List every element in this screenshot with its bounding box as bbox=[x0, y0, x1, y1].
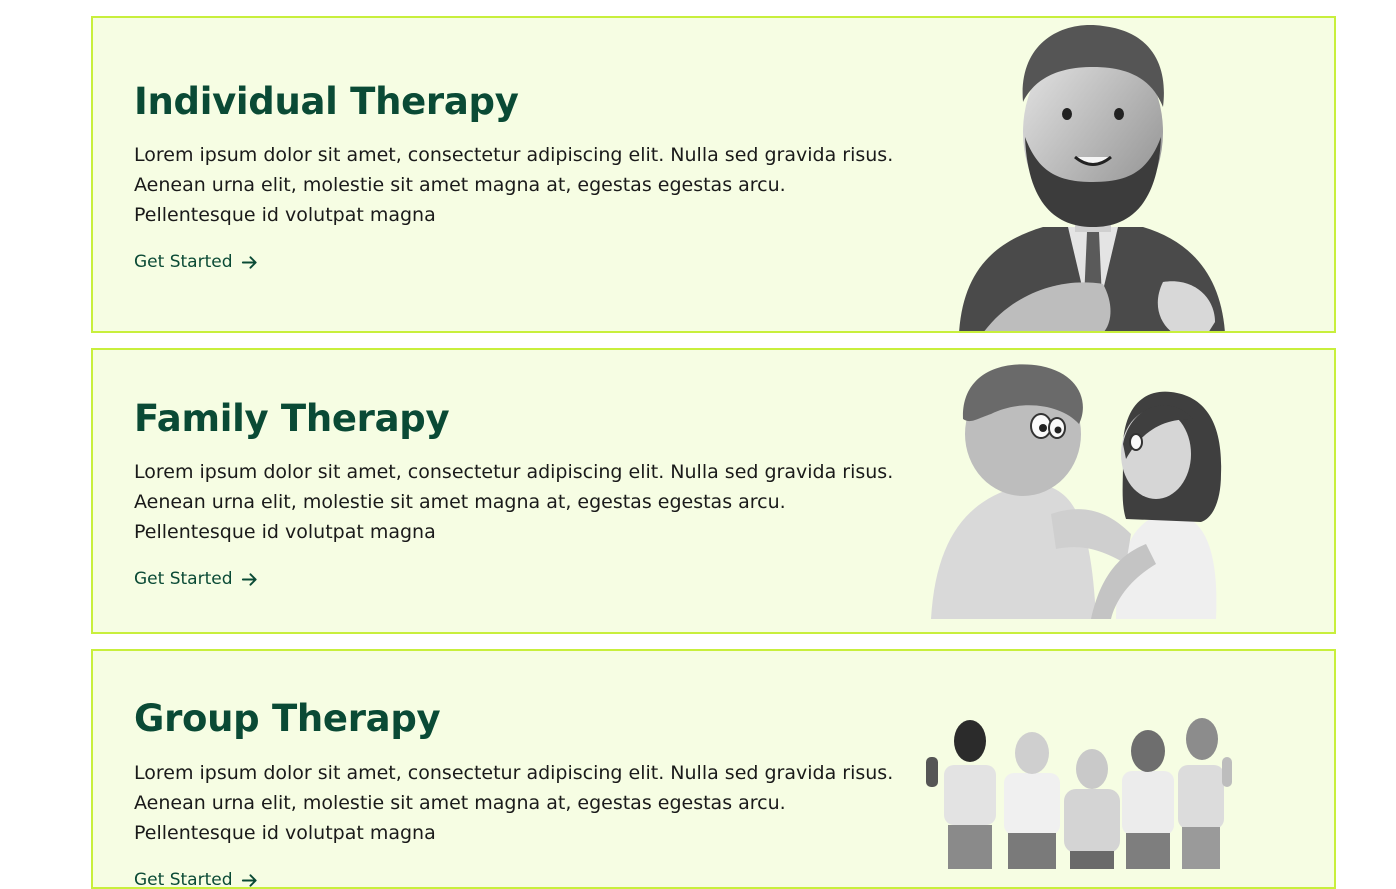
get-started-label: Get Started bbox=[134, 569, 232, 589]
get-started-label: Get Started bbox=[134, 252, 232, 272]
arrow-right-icon bbox=[240, 570, 259, 589]
bearded-man-illustration bbox=[953, 22, 1233, 333]
card-description: Lorem ipsum dolor sit amet, consectetur … bbox=[134, 457, 894, 547]
arrow-right-icon bbox=[240, 871, 259, 889]
get-started-label: Get Started bbox=[134, 870, 232, 889]
card-title: Group Therapy bbox=[134, 697, 440, 740]
get-started-link[interactable]: Get Started bbox=[134, 569, 259, 589]
card-title: Family Therapy bbox=[134, 397, 449, 440]
get-started-link[interactable]: Get Started bbox=[134, 252, 259, 272]
arrow-right-icon bbox=[240, 253, 259, 272]
service-card-family: Family Therapy Lorem ipsum dolor sit ame… bbox=[91, 348, 1336, 634]
service-card-individual: Individual Therapy Lorem ipsum dolor sit… bbox=[91, 16, 1336, 333]
get-started-link[interactable]: Get Started bbox=[134, 870, 259, 889]
service-card-group: Group Therapy Lorem ipsum dolor sit amet… bbox=[91, 649, 1336, 889]
couple-illustration bbox=[931, 364, 1231, 619]
group-illustration bbox=[922, 717, 1234, 869]
card-title: Individual Therapy bbox=[134, 80, 519, 123]
card-description: Lorem ipsum dolor sit amet, consectetur … bbox=[134, 758, 894, 848]
card-description: Lorem ipsum dolor sit amet, consectetur … bbox=[134, 140, 894, 230]
